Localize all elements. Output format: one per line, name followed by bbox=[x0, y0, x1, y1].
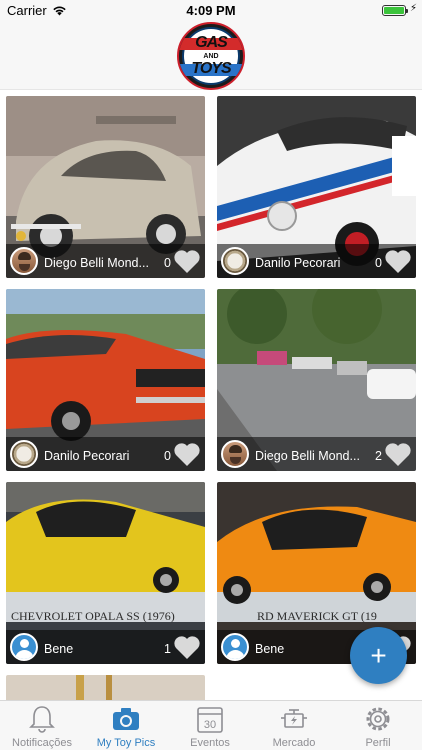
tab-mercado[interactable]: Mercado bbox=[252, 701, 336, 750]
status-bar: Carrier 4:09 PM ⚡ bbox=[0, 0, 422, 22]
battery-icon bbox=[382, 5, 408, 16]
gas-and-toys-logo: GAS AND TOYS bbox=[177, 22, 245, 90]
heart-icon[interactable] bbox=[384, 441, 412, 467]
heart-icon[interactable] bbox=[173, 441, 201, 467]
card-footer: Danilo Pecorari 0 bbox=[6, 437, 205, 471]
like-count: 1 bbox=[164, 642, 171, 656]
owner-avatar[interactable] bbox=[221, 247, 249, 275]
owner-name[interactable]: Danilo Pecorari bbox=[44, 449, 129, 463]
photo-card[interactable]: Danilo Pecorari 0 bbox=[6, 289, 205, 471]
tab-label: Perfil bbox=[365, 737, 391, 749]
owner-avatar[interactable] bbox=[221, 440, 249, 468]
calendar-day: 30 bbox=[204, 719, 216, 731]
photo-card[interactable]: Danilo Pecorari 0 bbox=[217, 96, 416, 278]
photo-card[interactable]: CHEVROLET OPALA SS (1976) Bene 1 bbox=[6, 482, 205, 664]
logo-text-mid: AND bbox=[203, 53, 219, 60]
add-photo-button[interactable]: + bbox=[350, 627, 407, 684]
svg-text:CHEVROLET OPALA SS (1976): CHEVROLET OPALA SS (1976) bbox=[11, 609, 175, 623]
camera-icon bbox=[113, 708, 139, 730]
tab-label: Notificações bbox=[12, 737, 72, 749]
bell-icon bbox=[29, 706, 55, 733]
photo-card[interactable] bbox=[6, 675, 205, 700]
tab-notificacoes[interactable]: Notificações bbox=[0, 701, 84, 750]
card-footer: Diego Belli Mond... 2 bbox=[217, 437, 416, 471]
charging-icon: ⚡ bbox=[409, 3, 417, 14]
heart-icon[interactable] bbox=[173, 248, 201, 274]
clock: 4:09 PM bbox=[186, 3, 236, 18]
like-count: 0 bbox=[375, 256, 382, 270]
gear-icon bbox=[366, 707, 390, 731]
card-footer: Diego Belli Mond... 0 bbox=[6, 244, 205, 278]
like-count: 0 bbox=[164, 256, 171, 270]
owner-name[interactable]: Diego Belli Mond... bbox=[44, 256, 149, 270]
owner-name[interactable]: Diego Belli Mond... bbox=[255, 449, 360, 463]
tab-my-toy-pics[interactable]: My Toy Pics bbox=[84, 701, 168, 750]
tab-label: My Toy Pics bbox=[96, 737, 156, 749]
svg-text:RD MAVERICK GT (19: RD MAVERICK GT (19 bbox=[257, 609, 377, 623]
like-count: 2 bbox=[375, 449, 382, 463]
tab-label: Mercado bbox=[272, 737, 316, 749]
tab-bar: Notificações My Toy Pics 30 Eventos Merc… bbox=[0, 700, 422, 750]
owner-avatar[interactable] bbox=[10, 633, 38, 661]
tab-eventos[interactable]: 30 Eventos bbox=[168, 701, 252, 750]
logo-text-bottom: TOYS bbox=[191, 60, 231, 77]
tab-perfil[interactable]: Perfil bbox=[336, 701, 420, 750]
like-count: 0 bbox=[164, 449, 171, 463]
photo-card[interactable]: Diego Belli Mond... 0 bbox=[6, 96, 205, 278]
photo-card[interactable]: Diego Belli Mond... 2 bbox=[217, 289, 416, 471]
owner-name[interactable]: Bene bbox=[255, 642, 284, 656]
owner-avatar[interactable] bbox=[221, 633, 249, 661]
owner-avatar[interactable] bbox=[10, 247, 38, 275]
tab-label: Eventos bbox=[190, 737, 230, 749]
calendar-icon: 30 bbox=[197, 707, 223, 733]
owner-avatar[interactable] bbox=[10, 440, 38, 468]
owner-name[interactable]: Danilo Pecorari bbox=[255, 256, 340, 270]
card-footer: Bene 1 bbox=[6, 630, 205, 664]
photo-grid: Diego Belli Mond... 0 Danilo Pecorari 0 bbox=[0, 90, 422, 700]
car-photo bbox=[6, 675, 205, 700]
engine-icon bbox=[281, 709, 307, 728]
heart-icon[interactable] bbox=[384, 248, 412, 274]
logo-text-top: GAS bbox=[195, 34, 228, 51]
owner-name[interactable]: Bene bbox=[44, 642, 73, 656]
card-footer: Danilo Pecorari 0 bbox=[217, 244, 416, 278]
app-header: GAS AND TOYS bbox=[0, 22, 422, 90]
heart-icon[interactable] bbox=[173, 634, 201, 660]
